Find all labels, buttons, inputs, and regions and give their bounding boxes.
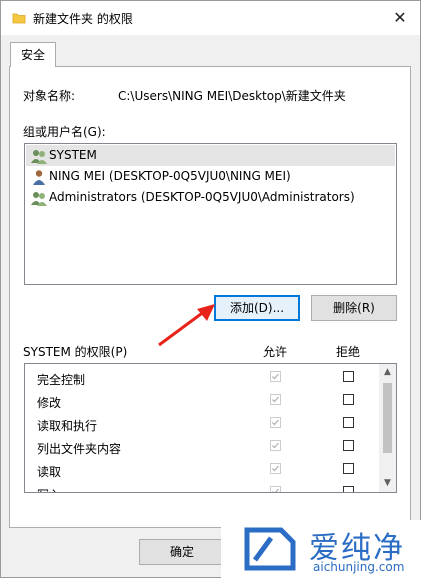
object-name-label: 对象名称: [23, 89, 76, 103]
groups-label: 组或用户名(G): [23, 125, 106, 139]
user-group-icon [31, 150, 47, 164]
allow-checkbox [270, 486, 281, 492]
user-group-icon [31, 192, 47, 206]
vertical-scrollbar[interactable]: ▲ ▼ [379, 364, 396, 492]
permission-row: 列出文件夹内容 [25, 435, 378, 458]
deny-checkbox[interactable] [343, 463, 354, 474]
list-item-system[interactable]: SYSTEM [26, 145, 395, 166]
user-name: NING MEI (DESKTOP-0Q5VJU0\NING MEI) [49, 169, 291, 183]
permission-row: 修改 [25, 389, 378, 412]
checkmark-icon [272, 465, 279, 472]
checkmark-icon [272, 373, 279, 380]
checkmark-icon [272, 488, 279, 492]
add-button[interactable]: 添加(D)... [214, 295, 300, 321]
permission-name: 读取和执行 [37, 419, 98, 433]
checkmark-icon [272, 396, 279, 403]
allow-checkbox [270, 394, 281, 405]
deny-header: 拒绝 [336, 345, 361, 359]
title-bar: 新建文件夹 的权限 ✕ [1, 1, 420, 35]
permission-row: 完全控制 [25, 366, 378, 389]
scroll-thumb[interactable] [383, 383, 392, 453]
user-name: SYSTEM [49, 148, 97, 162]
user-icon [33, 170, 45, 185]
aichunjing-logo-icon [244, 527, 296, 571]
permission-row: 读取 [25, 458, 378, 481]
permission-name: 写入 [37, 486, 61, 492]
deny-checkbox[interactable] [343, 394, 354, 405]
close-button[interactable]: ✕ [386, 5, 414, 31]
permission-name: 读取 [37, 465, 62, 479]
permissions-list[interactable]: 完全控制 修改 读取和执行 列出文件夹内容 读取 写入 [24, 363, 397, 493]
folder-icon [12, 13, 26, 24]
permission-row: 写入 [25, 481, 378, 492]
watermark-url: aichunjing.com [313, 560, 405, 574]
permission-name: 修改 [37, 396, 62, 410]
scroll-up-icon[interactable]: ▲ [379, 364, 396, 381]
allow-checkbox [270, 440, 281, 451]
permissions-label: SYSTEM 的权限(P) [23, 345, 128, 359]
allow-checkbox [270, 463, 281, 474]
window-title: 新建文件夹 的权限 [33, 12, 133, 26]
watermark: 爱纯净 aichunjing.com [221, 520, 421, 578]
checkmark-icon [272, 442, 279, 449]
deny-checkbox[interactable] [343, 371, 354, 382]
permissions-dialog: 新建文件夹 的权限 ✕ 安全 对象名称: C:\Users\NING MEI\D… [0, 0, 421, 578]
permission-row: 读取和执行 [25, 412, 378, 435]
user-list[interactable]: SYSTEM NING MEI (DESKTOP-0Q5VJU0\NING ME… [24, 143, 397, 285]
red-arrow-annotation [158, 304, 215, 347]
permission-name: 列出文件夹内容 [37, 442, 122, 456]
list-item-administrators[interactable]: Administrators (DESKTOP-0Q5VJU0\Administ… [26, 187, 395, 208]
allow-checkbox [270, 371, 281, 382]
object-name-value: C:\Users\NING MEI\Desktop\新建文件夹 [118, 89, 346, 103]
checkmark-icon [272, 419, 279, 426]
list-item-ning-mei[interactable]: NING MEI (DESKTOP-0Q5VJU0\NING MEI) [26, 166, 395, 187]
allow-header: 允许 [263, 345, 288, 359]
deny-checkbox[interactable] [343, 440, 354, 451]
permission-name: 完全控制 [37, 373, 86, 387]
tab-security[interactable]: 安全 [10, 42, 56, 67]
remove-button[interactable]: 删除(R) [311, 295, 397, 321]
ok-button[interactable]: 确定 [139, 539, 225, 565]
deny-checkbox[interactable] [343, 486, 354, 492]
allow-checkbox [270, 417, 281, 428]
user-name: Administrators (DESKTOP-0Q5VJU0\Administ… [49, 190, 355, 204]
deny-checkbox[interactable] [343, 417, 354, 428]
scroll-down-icon[interactable]: ▼ [379, 475, 396, 492]
